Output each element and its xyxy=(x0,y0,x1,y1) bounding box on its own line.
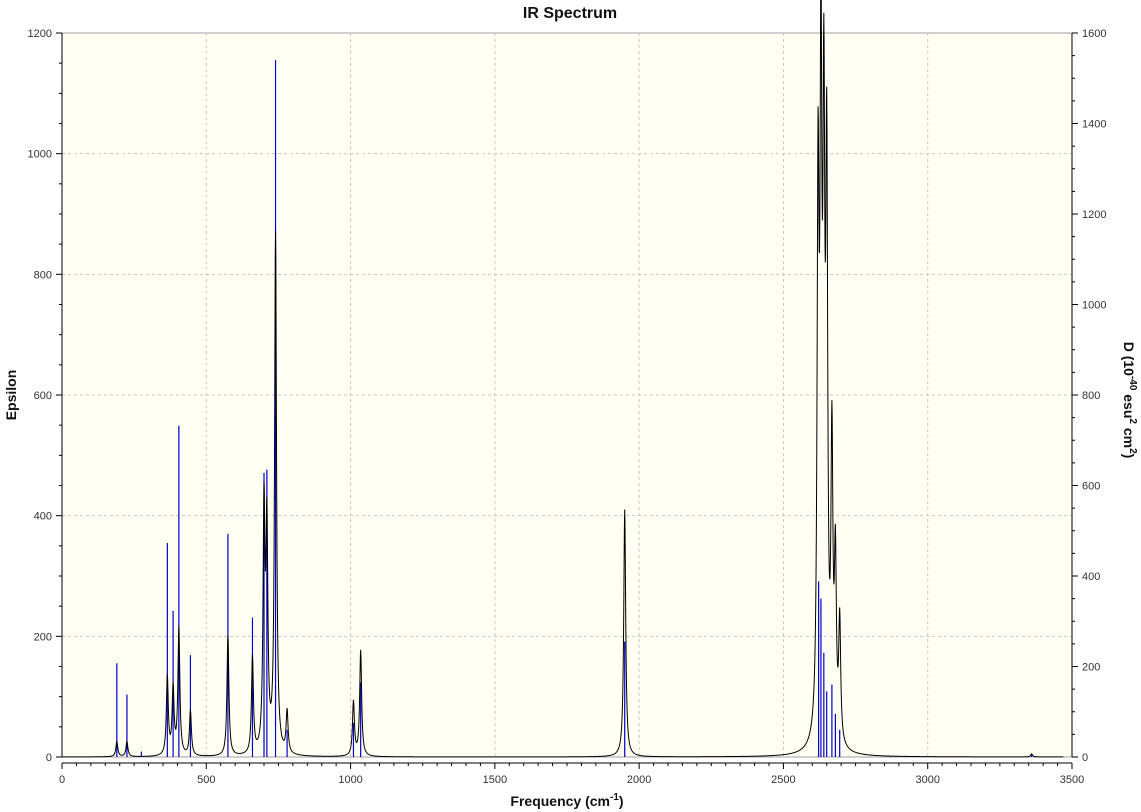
y-tick-label: 800 xyxy=(34,269,52,281)
y2-tick-label: 600 xyxy=(1082,481,1100,493)
y-tick-label: 1200 xyxy=(28,28,52,40)
y2-tick-label: 800 xyxy=(1082,390,1100,402)
y-tick-label: 0 xyxy=(46,752,52,764)
x-tick-label: 2000 xyxy=(627,774,651,786)
chart-title: IR Spectrum xyxy=(523,5,617,22)
y-tick-label: 200 xyxy=(34,631,52,643)
x-axis-title: Frequency (cm-1) xyxy=(510,792,623,809)
y-axis-title: Epsilon xyxy=(3,370,19,421)
y-tick-label: 600 xyxy=(34,390,52,402)
ir-spectrum-chart: IR Spectrum 0 500 1000 1500 2000 2500 3000 3500… xyxy=(3,0,1138,809)
y2-tick-label: 1400 xyxy=(1082,119,1106,131)
x-tick-label: 1500 xyxy=(483,774,507,786)
x-tick-label: 500 xyxy=(197,774,215,786)
x-tick-label: 1000 xyxy=(338,774,362,786)
y2-tick-label: 400 xyxy=(1082,571,1100,583)
y2-tick-label: 200 xyxy=(1082,662,1100,674)
y2-tick-label: 1600 xyxy=(1082,28,1106,40)
y2-tick-label: 1200 xyxy=(1082,209,1106,221)
x-tick-label: 2500 xyxy=(771,774,795,786)
y2-tick-label: 1000 xyxy=(1082,300,1106,312)
y2-tick-label: 0 xyxy=(1082,752,1088,764)
x-tick-label: 0 xyxy=(59,774,65,786)
y2-axis-title: D (10-40 esu2 cm2) xyxy=(1121,342,1138,459)
y-tick-label: 400 xyxy=(34,511,52,523)
x-tick-label: 3000 xyxy=(915,774,939,786)
x-tick-label: 3500 xyxy=(1060,774,1084,786)
y-tick-label: 1000 xyxy=(28,149,52,161)
